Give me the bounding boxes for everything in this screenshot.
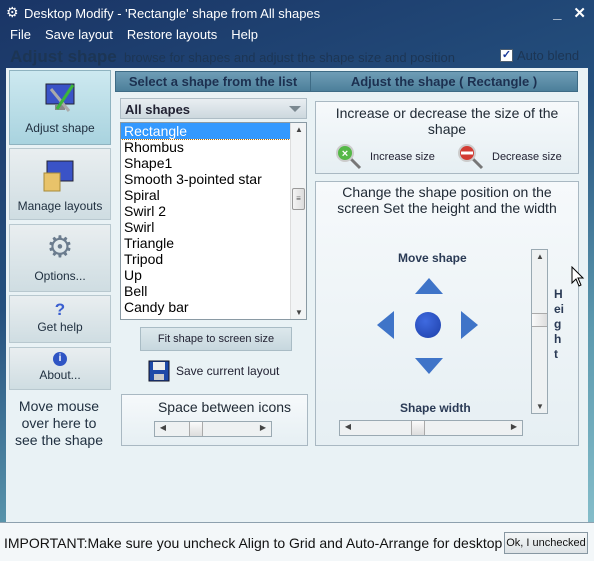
ok-unchecked-button[interactable]: Ok, I unchecked — [504, 532, 588, 554]
scroll-left-icon[interactable]: ◀ — [155, 423, 171, 432]
increase-size-button[interactable]: × Increase size — [336, 144, 435, 170]
nav-label: About... — [39, 368, 81, 382]
shape-list-item[interactable]: Triangle — [121, 235, 290, 251]
shape-list-item[interactable]: Up — [121, 267, 290, 283]
scroll-thumb[interactable]: ≡ — [292, 188, 305, 210]
icon-spacing-slider[interactable]: ◀ ▶ — [154, 421, 272, 437]
auto-blend-checkbox[interactable]: ✓ Auto blend — [500, 48, 579, 63]
nav-manage-layouts[interactable]: Manage layouts — [9, 148, 111, 220]
shape-list-item[interactable]: Rhombus — [121, 139, 290, 155]
scroll-right-icon[interactable]: ▶ — [255, 423, 271, 432]
nav-label: Options... — [34, 269, 86, 283]
right-panel-header: Adjust the shape ( Rectangle ) — [310, 71, 578, 92]
status-message: IMPORTANT:Make sure you uncheck Align to… — [4, 535, 504, 551]
position-group: Change the shape position on the screen … — [315, 181, 579, 446]
zoom-out-icon — [458, 144, 484, 170]
nav-options[interactable]: ⚙ Options... — [9, 224, 111, 292]
menu-save-layout[interactable]: Save layout — [45, 27, 113, 42]
slider-thumb[interactable] — [189, 422, 203, 436]
mouse-cursor-icon — [571, 266, 585, 287]
manage-layouts-icon — [43, 160, 74, 192]
shape-category-dropdown[interactable]: All shapes — [120, 98, 307, 119]
menu-help[interactable]: Help — [231, 27, 258, 42]
page-title: Adjust shape — [10, 47, 117, 66]
nav-about[interactable]: i About... — [9, 347, 111, 390]
shape-list-item[interactable]: Swirl 2 — [121, 203, 290, 219]
height-label: Height — [554, 287, 565, 361]
svg-text:×: × — [342, 148, 348, 160]
nav-get-help[interactable]: ? Get help — [9, 295, 111, 343]
decrease-size-label: Decrease size — [492, 151, 562, 163]
left-panel-header: Select a shape from the list — [115, 71, 311, 92]
auto-blend-label: Auto blend — [517, 48, 580, 63]
increase-size-label: Increase size — [370, 151, 435, 163]
shape-list-item[interactable]: Bell — [121, 283, 290, 299]
shape-height-slider[interactable]: ▲ ▼ — [531, 249, 548, 414]
slider-thumb[interactable] — [411, 421, 425, 435]
list-scrollbar[interactable]: ▲ ≡ ▼ — [290, 123, 306, 319]
save-layout-button[interactable]: Save current layout — [148, 360, 279, 382]
checkbox-check-icon[interactable]: ✓ — [500, 49, 513, 62]
nav-label: Manage layouts — [17, 199, 103, 213]
shape-width-label: Shape width — [400, 401, 471, 415]
icon-spacing-label: Space between icons — [157, 399, 292, 415]
menu-restore-layouts[interactable]: Restore layouts — [127, 27, 217, 42]
move-shape-label: Move shape — [398, 251, 467, 265]
info-icon: i — [53, 352, 67, 366]
scroll-down-icon[interactable]: ▼ — [532, 402, 548, 411]
minimize-button[interactable]: _ — [553, 5, 561, 22]
page-subtitle: browse for shapes and adjust the shape s… — [124, 50, 455, 65]
fit-shape-button[interactable]: Fit shape to screen size — [140, 327, 292, 351]
position-group-title: Change the shape position on the screen … — [337, 184, 557, 216]
chevron-down-icon — [289, 106, 301, 112]
move-left-arrow-icon[interactable] — [377, 311, 394, 339]
scroll-up-icon[interactable]: ▲ — [291, 125, 306, 134]
gear-icon: ⚙ — [46, 231, 74, 264]
shape-preview-area[interactable]: Move mouse over here to see the shape — [10, 398, 108, 449]
move-down-arrow-icon[interactable] — [415, 358, 443, 374]
shape-list[interactable]: Rectangle Rhombus Shape1 Smooth 3-pointed s… — [120, 122, 307, 320]
shape-width-slider[interactable]: ◀ ▶ — [339, 420, 523, 436]
app-gear-icon: ⚙ — [6, 4, 19, 20]
size-group: Increase or decrease the size of the sha… — [315, 101, 579, 174]
center-shape-button[interactable] — [415, 312, 441, 338]
shape-list-item[interactable]: Shape1 — [121, 155, 290, 171]
menu-file[interactable]: File — [10, 27, 31, 42]
close-button[interactable]: ✕ — [573, 5, 586, 22]
shape-list-item[interactable]: Swirl — [121, 219, 290, 235]
scroll-down-icon[interactable]: ▼ — [291, 308, 306, 317]
icon-spacing-group: Space between icons ◀ ▶ — [121, 394, 308, 446]
window-controls: _ ✕ — [541, 4, 586, 22]
scroll-right-icon[interactable]: ▶ — [506, 422, 522, 431]
nav-label: Adjust shape — [25, 121, 95, 135]
move-right-arrow-icon[interactable] — [461, 311, 478, 339]
menu-bar: File Save layout Restore layouts Help — [10, 27, 258, 42]
move-up-arrow-icon[interactable] — [415, 278, 443, 294]
scroll-up-icon[interactable]: ▲ — [532, 252, 548, 261]
shape-list-item[interactable]: Tripod — [121, 251, 290, 267]
help-icon: ? — [54, 300, 66, 319]
shape-list-item[interactable]: Smooth 3-pointed star — [121, 171, 290, 187]
shape-list-item[interactable]: Spiral — [121, 187, 290, 203]
scroll-left-icon[interactable]: ◀ — [340, 422, 356, 431]
slider-thumb[interactable] — [532, 313, 547, 327]
window-title: Desktop Modify - 'Rectangle' shape from … — [24, 6, 321, 21]
size-group-title: Increase or decrease the size of the sha… — [335, 105, 559, 137]
adjust-shape-icon — [45, 83, 75, 112]
save-layout-label: Save current layout — [176, 364, 280, 378]
shape-list-item[interactable]: Candy bar — [121, 299, 290, 315]
shape-list-item[interactable]: Rectangle — [121, 123, 291, 140]
zoom-in-icon: × — [336, 144, 362, 170]
decrease-size-button[interactable]: Decrease size — [458, 144, 562, 170]
nav-adjust-shape[interactable]: Adjust shape — [9, 70, 111, 145]
nav-label: Get help — [37, 320, 83, 334]
floppy-disk-icon — [148, 360, 170, 382]
dropdown-value: All shapes — [125, 102, 191, 117]
